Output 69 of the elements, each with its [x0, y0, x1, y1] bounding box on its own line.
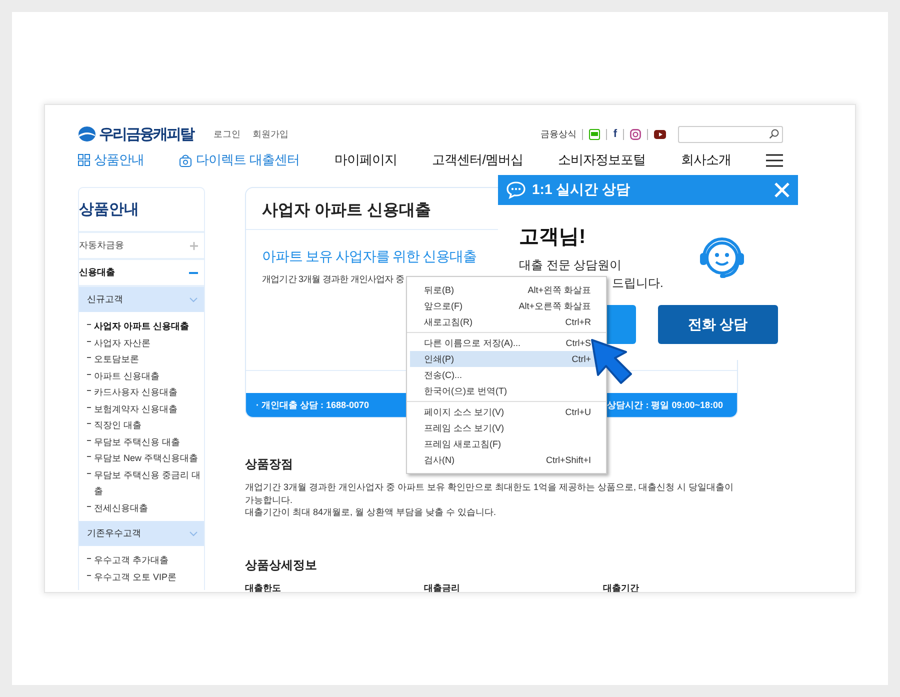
shortcut-text: Ctrl+ — [572, 354, 591, 364]
sidebar-link[interactable]: 보험계약자 신용대출 — [87, 400, 204, 417]
shortcut-text: Alt+왼쪽 화살표 — [528, 284, 591, 296]
section-paragraph: 개업기간 3개월 경과한 개인사업자 중 아파트 보유 확인만으로 최대한도 1억을 제공하는 상품으로, 대출신청 시 당일대출이 가능합니다. — [245, 481, 735, 506]
sidebar-link[interactable]: 전세신용대출 — [87, 500, 204, 516]
bag-icon — [179, 154, 192, 166]
shortcut-text: Ctrl+Shift+I — [546, 455, 591, 465]
sidebar-link[interactable]: 사업자 아파트 신용대출 — [87, 318, 204, 334]
logo-icon — [78, 126, 96, 142]
facebook-icon[interactable]: f — [613, 128, 617, 140]
instagram-icon[interactable] — [630, 128, 641, 140]
menu-item[interactable]: 뒤로(B) Alt+왼쪽 화살표 — [410, 282, 603, 298]
section-paragraph: 대출기간이 최대 84개월로, 월 상환액 부담을 낮출 수 있습니다. — [245, 506, 498, 518]
sidebar-title: 상품안내 — [79, 188, 204, 233]
blog-icon[interactable] — [589, 128, 600, 140]
search-field[interactable] — [678, 126, 783, 142]
sidebar-item[interactable]: 자동차금융 — [79, 233, 204, 260]
sidebar-link[interactable]: 우수고객 추가대출 — [87, 552, 204, 568]
menu-item[interactable]: 앞으로(F) Alt+오른쪽 화살표 — [410, 298, 603, 314]
logo-text: 우리금융캐피탈 — [99, 124, 194, 144]
column-heading: 대출한도 — [245, 582, 282, 592]
sidebar-link[interactable]: 무담보 주택신용 중금리 대출 — [87, 466, 204, 500]
nav-link[interactable]: 상품안내 — [78, 151, 144, 169]
chat-bubble-icon — [506, 181, 526, 199]
menu-icon[interactable] — [766, 154, 783, 166]
shortcut-text: Ctrl+R — [565, 317, 591, 327]
header-link[interactable]: 회원가입 — [252, 128, 288, 140]
header-link[interactable]: 로그인 — [214, 128, 240, 140]
menu-item[interactable]: 프레임 새로고침(F) — [410, 436, 603, 452]
contact-hours: 상담시간 : 평일 09:00~18:00 — [607, 398, 723, 412]
grid-icon — [78, 154, 90, 166]
shortcut-text: Ctrl+U — [565, 407, 591, 417]
column-heading: 대출금리 — [424, 582, 461, 592]
search-icon — [769, 129, 779, 139]
header-link[interactable]: 금융상식 — [540, 128, 576, 140]
video-play-icon[interactable] — [654, 130, 666, 138]
nav-link[interactable]: 다이렉트 대출센터 — [179, 151, 300, 169]
contact-phone: · 개인대출 상담 : 1688-0070 — [256, 398, 370, 412]
sidebar-link[interactable]: 아파트 신용대출 — [87, 368, 204, 384]
shortcut-text: Ctrl+S — [566, 338, 591, 348]
phone-consult-button[interactable]: 전화 상담 — [658, 305, 778, 344]
sidebar-subheader[interactable]: 기존우수고객 — [79, 521, 204, 546]
menu-item[interactable]: 검사(N) Ctrl+Shift+I — [410, 452, 603, 468]
product-description: 개업기간 3개월 경과한 개인사업자 중 — [262, 273, 404, 286]
menu-item[interactable]: 프레임 소스 보기(V) — [410, 420, 603, 436]
section-heading: 상품장점 — [245, 456, 293, 473]
sidebar-link[interactable]: 오토담보론 — [87, 351, 204, 368]
sidebar-link[interactable]: 사업자 자산론 — [87, 334, 204, 351]
sidebar-link[interactable]: 카드사용자 신용대출 — [87, 384, 204, 400]
menu-item[interactable]: 페이지 소스 보기(V) Ctrl+U — [410, 404, 603, 420]
sidebar-link[interactable]: 무담보 주택신용 대출 — [87, 434, 204, 450]
product-subtitle: 아파트 보유 사업자를 위한 신용대출 — [262, 248, 476, 266]
nav-link[interactable]: 회사소개 — [680, 151, 731, 169]
menu-item[interactable]: 한국어(으)로 번역(T) — [410, 383, 603, 399]
shortcut-text: Alt+오른쪽 화살표 — [518, 300, 591, 312]
menu-item[interactable]: 전송(C)... — [410, 367, 603, 383]
sidebar-link[interactable]: 우수고객 오토 VIP론 — [87, 568, 204, 585]
nav-link[interactable]: 소비자정보포털 — [558, 151, 646, 169]
section-heading: 상품상세정보 — [245, 556, 317, 574]
close-icon[interactable] — [774, 182, 790, 198]
sidebar-subheader[interactable]: 신규고객 — [79, 287, 204, 312]
nav-link[interactable]: 마이페이지 — [334, 151, 398, 169]
menu-item[interactable]: 새로고침(R) Ctrl+R — [410, 314, 603, 330]
sidebar-link[interactable]: 무담보 New 주택신용대출 — [87, 450, 204, 466]
nav-link[interactable]: 고객센터/멤버십 — [432, 151, 523, 169]
chat-message: 드립니다. — [612, 275, 664, 292]
column-heading: 대출기간 — [603, 582, 640, 592]
sidebar-link[interactable]: 직장인 대출 — [87, 417, 204, 434]
chat-message: 대출 전문 상담원이 — [519, 257, 622, 274]
